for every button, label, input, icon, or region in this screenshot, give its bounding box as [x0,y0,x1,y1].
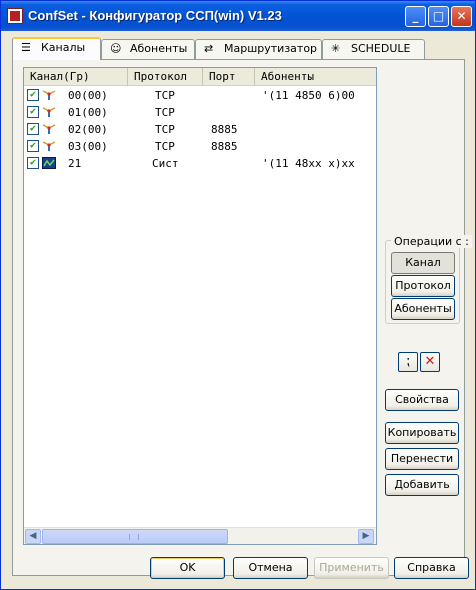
app-icon[interactable] [7,8,23,24]
table-row[interactable]: ✔ 21 Сист '(11 48xx x)xx [24,155,376,172]
delete-icon: ✕ [424,354,436,369]
help-button[interactable]: Справка [394,557,469,579]
cancel-button[interactable]: Отмена [233,557,308,579]
horizontal-scrollbar[interactable]: ◀ ▶ [24,527,376,544]
title-bar[interactable]: ConfSet - Конфигуратор ССП(win) V1.23 _ … [1,1,475,31]
tab-schedule[interactable]: ✳ SCHEDULE [322,39,425,59]
window-title: ConfSet - Конфигуратор ССП(win) V1.23 [28,8,282,23]
subscriber-icon: ☺ [110,42,122,55]
router-icon: ⇄ [204,42,214,55]
tab-channels[interactable]: ☰ Каналы [12,37,101,60]
column-header-port[interactable]: Порт [203,68,255,86]
dialog-client-area: ☰ Каналы ☺ Абоненты ⇄ Маршрутизатор ✳ SCHEDU… [4,31,472,587]
separator-button[interactable]: ⁏ [398,352,418,372]
scroll-left-icon[interactable]: ◀ [25,529,41,544]
copy-button[interactable]: Копировать [385,422,459,444]
schedule-icon: ✳ [331,42,341,55]
table-row[interactable]: ✔ 00(00) TCP '(11 4850 6)00 [24,87,376,104]
system-icon [42,157,56,169]
cell-protocol: TCP [155,123,175,136]
ok-button[interactable]: OK [150,557,225,579]
op-channel-button[interactable]: Канал [391,252,455,274]
row-checkbox[interactable]: ✔ [27,89,39,101]
tab-label: Маршрутизатор [224,42,318,55]
op-subscribers-button[interactable]: Абоненты [391,298,455,320]
grip-icon [129,534,139,540]
add-button[interactable]: Добавить [385,474,459,496]
cell-protocol: TCP [155,140,175,153]
separator-icon: ⁏ [405,354,411,369]
tab-label: SCHEDULE [351,42,411,55]
scroll-thumb[interactable] [42,529,228,544]
op-protocol-button[interactable]: Протокол [391,275,455,297]
scroll-right-icon[interactable]: ▶ [358,529,374,544]
cell-channel: 00(00) [68,89,108,102]
tab-subscribers[interactable]: ☺ Абоненты [101,39,195,59]
cell-subscribers: '(11 48xx x)xx [262,157,355,170]
list-icon: ☰ [21,41,31,54]
properties-button[interactable]: Свойства [385,389,459,411]
cell-protocol: Сист [152,157,179,170]
minimize-button[interactable]: _ [405,6,426,27]
cell-channel: 03(00) [68,140,108,153]
cell-channel: 02(00) [68,123,108,136]
antenna-icon [42,106,56,118]
antenna-icon [42,89,56,101]
channel-list[interactable]: Канал(Гр) Протокол Порт Абоненты ✔ 00(00)… [23,67,377,545]
operations-group-title: Операции с : [391,235,472,248]
cell-port: 8885 [211,123,238,136]
cell-subscribers: '(11 4850 6)00 [262,89,355,102]
row-checkbox[interactable]: ✔ [27,106,39,118]
antenna-icon [42,123,56,135]
list-header: Канал(Гр) Протокол Порт Абоненты [24,68,376,86]
apply-button[interactable]: Применить [314,557,389,579]
row-checkbox[interactable]: ✔ [27,157,39,169]
tab-label: Абоненты [130,42,188,55]
cell-protocol: TCP [155,89,175,102]
main-window: ConfSet - Конфигуратор ССП(win) V1.23 _ … [0,0,476,590]
table-row[interactable]: ✔ 02(00) TCP 8885 [24,121,376,138]
maximize-button[interactable]: □ [428,6,449,27]
cell-protocol: TCP [155,106,175,119]
table-row[interactable]: ✔ 03(00) TCP 8885 [24,138,376,155]
cell-port: 8885 [211,140,238,153]
channels-panel: Канал(Гр) Протокол Порт Абоненты ✔ 00(00)… [12,59,472,576]
row-checkbox[interactable]: ✔ [27,140,39,152]
delete-button[interactable]: ✕ [420,352,440,372]
column-header-protocol[interactable]: Протокол [128,68,203,86]
cell-channel: 21 [68,157,82,170]
row-checkbox[interactable]: ✔ [27,123,39,135]
table-row[interactable]: ✔ 01(00) TCP [24,104,376,121]
tab-router[interactable]: ⇄ Маршрутизатор [195,39,322,59]
column-header-channel[interactable]: Канал(Гр) [24,68,128,86]
close-button[interactable]: ✕ [451,6,472,27]
move-button[interactable]: Перенести [385,448,459,470]
column-header-subscribers[interactable]: Абоненты [255,68,376,86]
cell-channel: 01(00) [68,106,108,119]
antenna-icon [42,140,56,152]
tab-label: Каналы [41,41,86,54]
